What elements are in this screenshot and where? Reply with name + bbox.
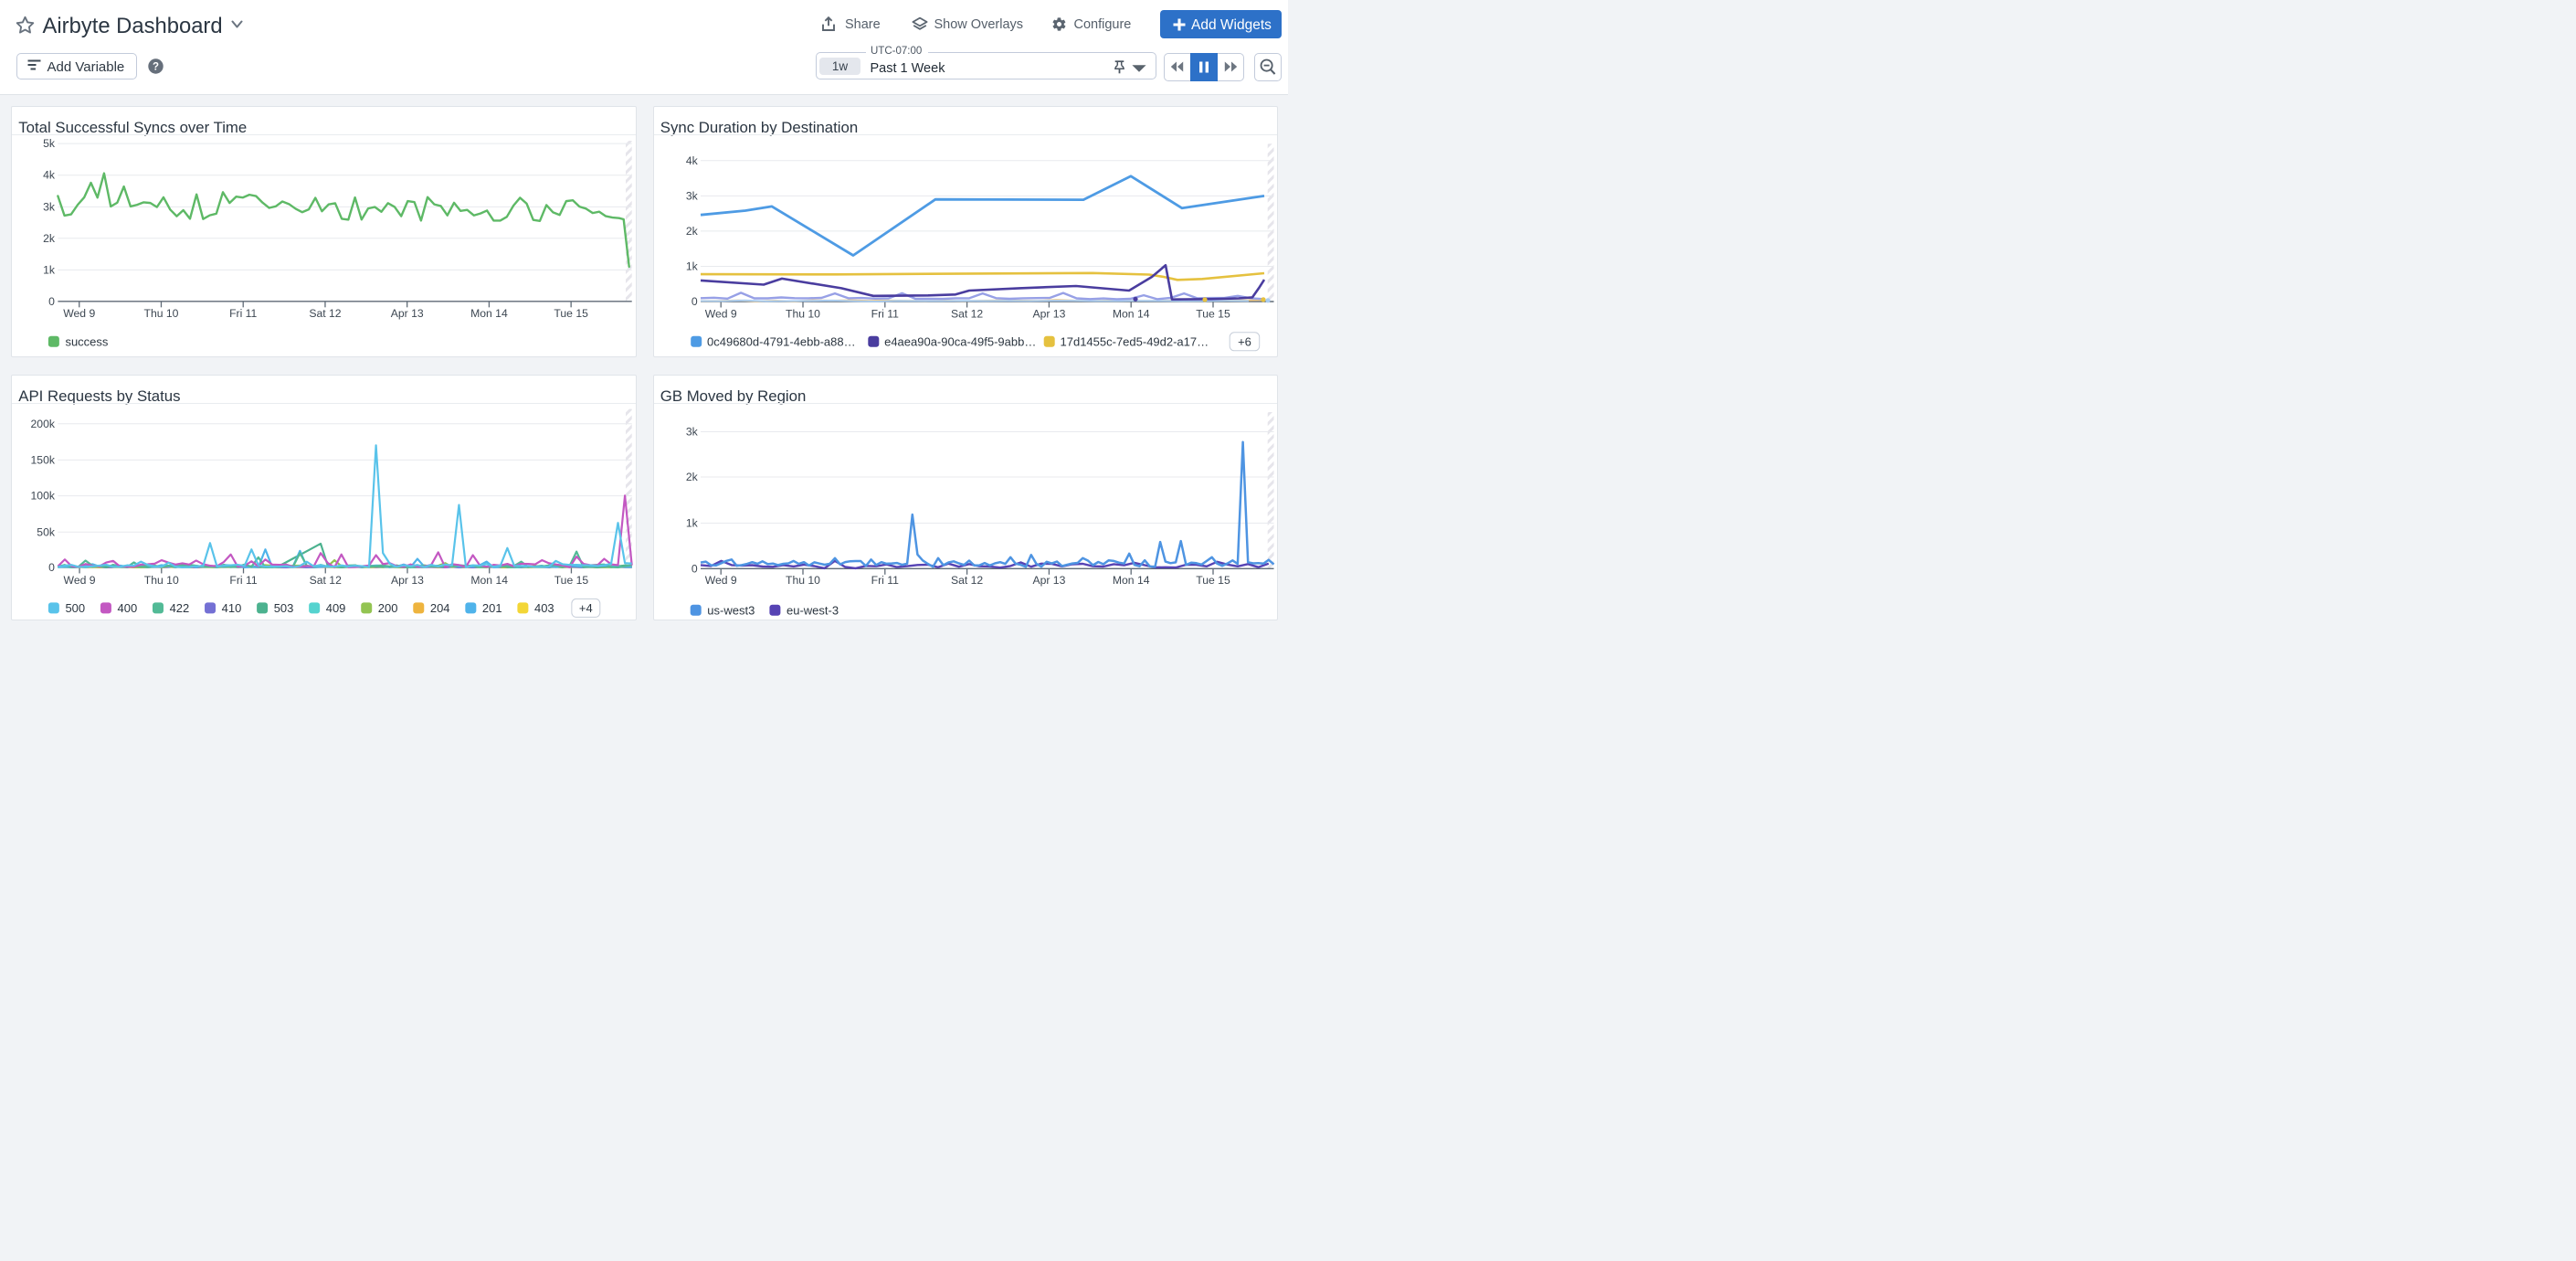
svg-text:Thu 10: Thu 10 [786,307,820,320]
svg-text:eu-west-3: eu-west-3 [787,603,839,617]
svg-text:Thu 10: Thu 10 [144,573,179,586]
svg-text:0c49680d-4791-4ebb-a88…: 0c49680d-4791-4ebb-a88… [707,334,856,348]
svg-text:422: 422 [170,601,190,615]
svg-text:201: 201 [482,601,502,615]
svg-text:200: 200 [378,601,398,615]
svg-text:Wed 9: Wed 9 [64,573,96,586]
svg-text:3k: 3k [685,189,698,202]
svg-text:Wed 9: Wed 9 [63,307,95,320]
svg-text:4k: 4k [685,154,698,166]
svg-text:Mon 14: Mon 14 [470,573,508,586]
svg-text:200k: 200k [31,417,56,429]
svg-text:Thu 10: Thu 10 [144,307,179,320]
svg-text:Fri 11: Fri 11 [871,307,898,320]
svg-text:503: 503 [274,601,294,615]
svg-text:403: 403 [534,601,554,615]
svg-text:204: 204 [430,601,450,615]
svg-text:409: 409 [326,601,346,615]
svg-text:0: 0 [48,560,55,573]
svg-text:Tue 15: Tue 15 [554,573,589,586]
svg-text:Apr 13: Apr 13 [1032,307,1065,320]
svg-text:5k: 5k [43,137,56,150]
svg-text:Wed 9: Wed 9 [704,574,736,587]
svg-text:Sat 12: Sat 12 [950,574,982,587]
svg-text:Tue 15: Tue 15 [1196,307,1230,320]
svg-text:0: 0 [691,295,697,308]
svg-text:Sat 12: Sat 12 [309,307,341,320]
svg-text:0: 0 [48,294,55,307]
svg-text:50k: 50k [37,525,56,538]
svg-text:1k: 1k [685,516,698,529]
svg-text:Tue 15: Tue 15 [554,307,588,320]
svg-text:Fri 11: Fri 11 [871,574,898,587]
svg-text:0: 0 [691,562,697,575]
svg-text:2k: 2k [685,471,698,483]
svg-text:Apr 13: Apr 13 [391,307,424,320]
svg-text:2k: 2k [43,231,56,244]
svg-text:+6: +6 [1238,334,1251,348]
svg-text:us-west3: us-west3 [707,603,755,617]
svg-text:Sat 12: Sat 12 [310,573,342,586]
svg-text:3k: 3k [685,425,698,438]
svg-text:Sat 12: Sat 12 [950,307,982,320]
svg-text:Mon 14: Mon 14 [1112,307,1149,320]
svg-text:Mon 14: Mon 14 [470,307,508,320]
svg-text:Apr 13: Apr 13 [391,573,424,586]
svg-text:success: success [65,334,108,348]
svg-text:100k: 100k [31,489,56,502]
svg-text:4k: 4k [43,168,56,181]
svg-text:17d1455c-7ed5-49d2-a17…: 17d1455c-7ed5-49d2-a17… [1060,334,1209,348]
svg-text:Fri 11: Fri 11 [229,307,257,320]
svg-text:Fri 11: Fri 11 [229,573,257,586]
svg-text:e4aea90a-90ca-49f5-9abb…: e4aea90a-90ca-49f5-9abb… [884,334,1036,348]
svg-text:150k: 150k [31,453,56,466]
svg-text:Apr 13: Apr 13 [1032,574,1065,587]
svg-text:1k: 1k [43,263,56,276]
svg-text:?: ? [153,62,159,73]
svg-text:Tue 15: Tue 15 [1196,574,1230,587]
svg-text:500: 500 [65,601,85,615]
svg-text:3k: 3k [43,200,56,213]
svg-text:1k: 1k [685,260,698,272]
svg-text:2k: 2k [685,224,698,237]
svg-text:400: 400 [118,601,138,615]
svg-text:Mon 14: Mon 14 [1112,574,1149,587]
svg-text:410: 410 [222,601,242,615]
svg-text:Wed 9: Wed 9 [704,307,736,320]
svg-text:+4: +4 [579,601,593,615]
svg-text:Thu 10: Thu 10 [786,574,820,587]
